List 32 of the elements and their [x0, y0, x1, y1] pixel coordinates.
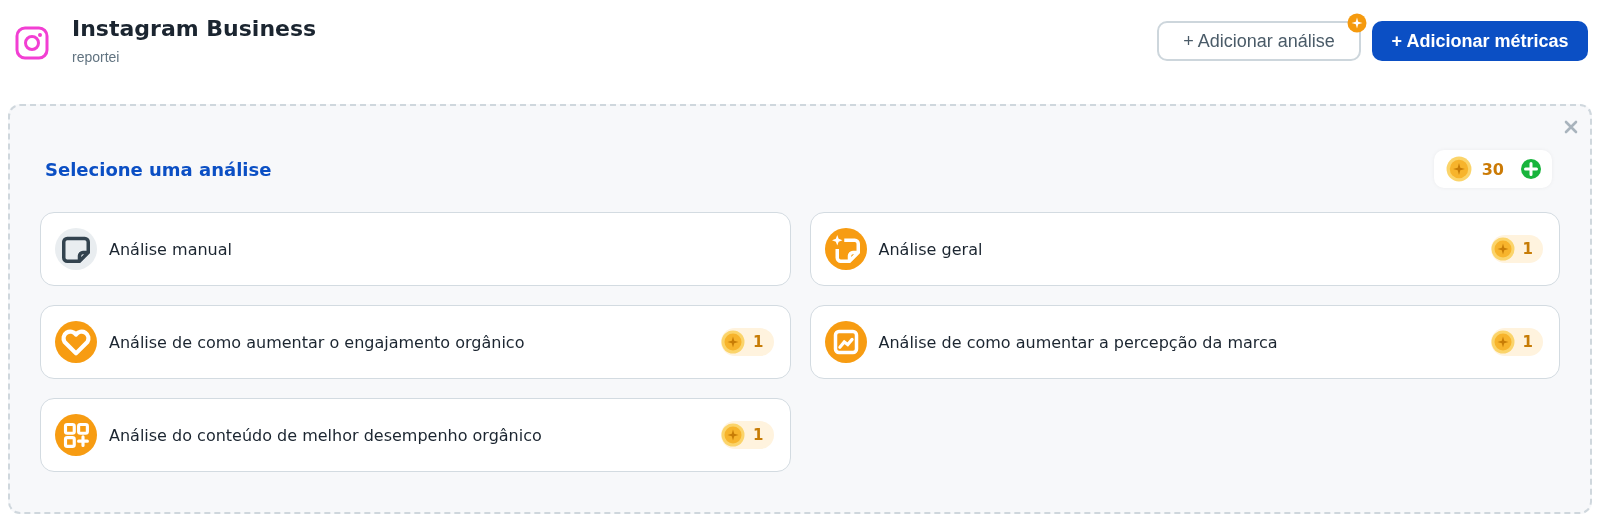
note-icon	[55, 228, 97, 270]
add-analysis-button[interactable]: + Adicionar análise	[1157, 21, 1361, 61]
option-label: Análise manual	[109, 239, 233, 259]
option-label: Análise de como aumentar o engajamento orgânico	[109, 332, 526, 352]
instagram-icon	[14, 25, 50, 61]
coin-icon	[721, 330, 746, 354]
cost-count: 1	[753, 426, 764, 444]
account-name: reportei	[72, 49, 121, 65]
coin-icon	[1490, 330, 1515, 354]
coin-icon	[721, 423, 746, 447]
credits-count: 30	[1481, 159, 1504, 179]
page-title: Instagram Business	[72, 16, 317, 41]
add-icon[interactable]	[1520, 158, 1542, 180]
cost-count: 1	[1522, 333, 1533, 351]
chart-icon	[824, 321, 867, 363]
cost-count: 1	[1522, 240, 1533, 258]
option-label: Análise geral	[878, 239, 984, 259]
cost-count: 1	[753, 333, 764, 351]
add-metrics-button[interactable]: + Adicionar métricas	[1372, 21, 1588, 61]
coin-icon	[1490, 237, 1515, 261]
option-label: Análise de como aumentar a percepção da marca	[878, 332, 1279, 352]
coin-icon	[1445, 156, 1472, 182]
analysis-option[interactable]: Análise de como aumentar o engajamento orgânico 1	[40, 305, 791, 379]
analysis-option[interactable]: Análise do conteúdo de melhor desempenho orgânico 1	[40, 398, 791, 472]
analysis-option[interactable]: Análise de como aumentar a percepção da marca 1	[809, 305, 1560, 379]
close-icon[interactable]	[1564, 120, 1578, 134]
analysis-option[interactable]: Análise manual	[40, 212, 791, 286]
analysis-option[interactable]: Análise geral 1	[809, 212, 1560, 286]
panel-title: Selecione uma análise	[45, 158, 272, 180]
sparkle-note-icon	[824, 228, 867, 270]
option-label: Análise do conteúdo de melhor desempenho orgânico	[109, 425, 543, 445]
grid-icon	[55, 414, 97, 456]
